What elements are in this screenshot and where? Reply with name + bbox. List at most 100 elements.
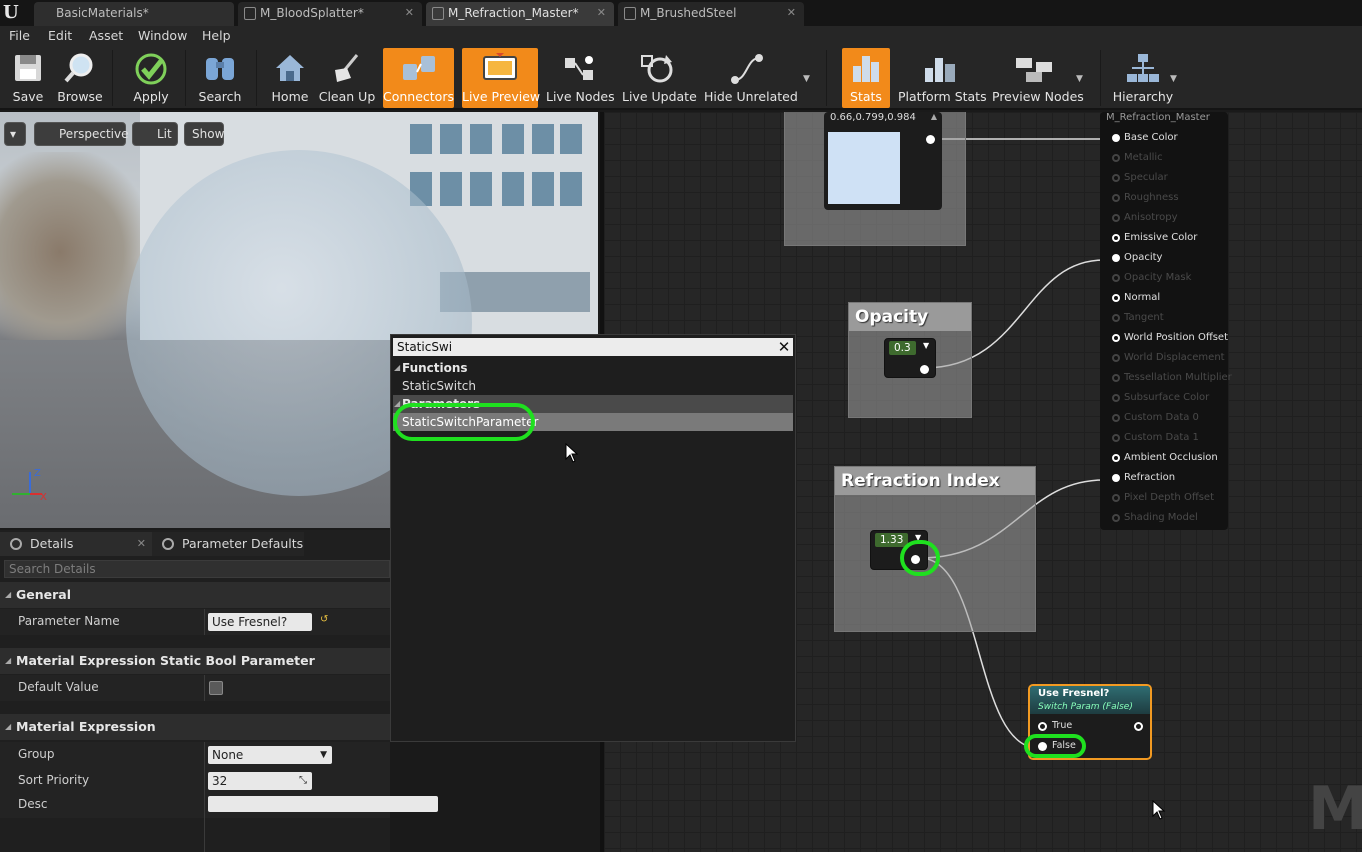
live-nodes-icon (565, 56, 593, 80)
category-static-bool-parameter[interactable]: ◢ Material Expression Static Bool Parame… (0, 648, 390, 674)
preview-nodes-icon (1016, 58, 1052, 82)
result-pin[interactable]: Opacity Mask (1112, 272, 1191, 283)
context-search-input[interactable]: StaticSwi (393, 338, 793, 356)
result-pin[interactable]: Tessellation Multiplier (1112, 372, 1232, 383)
menu-asset[interactable]: Asset (89, 28, 123, 43)
close-icon[interactable]: ✕ (405, 2, 414, 24)
result-pin[interactable]: Normal (1112, 292, 1160, 303)
tab-refraction-master[interactable]: M_Refraction_Master* ✕ (426, 2, 614, 26)
connectors-button[interactable]: Connectors (383, 48, 454, 108)
tab-details[interactable]: Details ✕ (0, 532, 154, 556)
result-pin[interactable]: Custom Data 0 (1112, 412, 1199, 423)
save-button[interactable]: Save (2, 48, 54, 108)
switch-node-header: Use Fresnel? Switch Param (False) (1030, 686, 1150, 714)
material-result-node[interactable]: M_Refraction_Master Base Color Metallic Sp… (1100, 112, 1232, 530)
unreal-logo-icon[interactable]: U (3, 2, 25, 24)
hierarchy-button[interactable]: Hierarchy (1112, 48, 1174, 108)
category-functions[interactable]: ◢ Functions (393, 359, 793, 377)
lit-button[interactable]: Lit (132, 122, 178, 146)
tab-brushed-steel[interactable]: M_BrushedSteel ✕ (618, 2, 804, 26)
collapse-triangle-icon[interactable]: ▼ (923, 341, 929, 350)
default-value-checkbox[interactable] (209, 681, 223, 695)
result-pin-label: Metallic (1124, 152, 1163, 163)
connectors-icon (402, 56, 435, 80)
result-pin[interactable]: Custom Data 1 (1112, 432, 1199, 443)
output-pin[interactable] (920, 365, 929, 374)
result-pin[interactable]: Specular (1112, 172, 1168, 183)
group-dropdown[interactable]: None ▼ (208, 746, 332, 764)
color-constant-node[interactable]: 0.66,0.799,0.984 ▲ (824, 112, 942, 210)
tab-blood-splatter[interactable]: M_BloodSplatter* ✕ (238, 2, 422, 26)
live-nodes-button[interactable]: Live Nodes (546, 48, 615, 108)
category-general[interactable]: ◢ General (0, 582, 390, 608)
result-pin-label: Specular (1124, 172, 1168, 183)
pin-circle-icon (1112, 194, 1120, 202)
close-icon[interactable]: ✕ (787, 2, 796, 24)
desc-field[interactable] (208, 796, 438, 812)
result-pin[interactable]: Pixel Depth Offset (1112, 492, 1214, 503)
toolbar-overflow-chevron-icon[interactable]: ▼ (803, 74, 810, 84)
category-material-expression[interactable]: ◢ Material Expression (0, 714, 390, 740)
result-pin[interactable]: Base Color (1112, 132, 1178, 143)
close-icon[interactable]: ✕ (775, 338, 793, 356)
output-pin[interactable] (1134, 722, 1143, 731)
refresh-icon (641, 55, 673, 83)
result-pin[interactable]: World Position Offset (1112, 332, 1228, 343)
search-button[interactable]: Search (194, 48, 246, 108)
property-default-value: Default Value (0, 675, 390, 701)
stats-button[interactable]: Stats (842, 48, 890, 108)
collapse-triangle-icon[interactable]: ▲ (931, 112, 937, 121)
document-tab-bar: U BasicMaterials* M_BloodSplatter* ✕ M_R… (0, 0, 1362, 26)
close-icon[interactable]: ✕ (597, 2, 606, 24)
result-pin[interactable]: Ambient Occlusion (1112, 452, 1218, 463)
sort-priority-field[interactable]: 32 ⤡ (208, 772, 312, 790)
menu-window[interactable]: Window (138, 28, 187, 43)
hide-unrelated-button[interactable]: Hide Unrelated (704, 48, 798, 108)
highlight-false-pin (1024, 734, 1086, 758)
show-button[interactable]: Show (184, 122, 224, 146)
result-pin-label: Opacity (1124, 252, 1163, 263)
hierarchy-icon (1127, 54, 1159, 82)
opacity-constant-node[interactable]: 0.3 ▼ (884, 338, 936, 378)
preview-nodes-chevron-icon[interactable]: ▼ (1076, 74, 1083, 84)
result-pin[interactable]: Shading Model (1112, 512, 1198, 523)
monitor-icon (483, 53, 517, 80)
divider (204, 768, 205, 794)
live-preview-button[interactable]: Live Preview (462, 48, 540, 108)
collapse-triangle-icon: ◢ (5, 590, 12, 599)
apply-button[interactable]: Apply (126, 48, 176, 108)
result-pin[interactable]: Opacity (1112, 252, 1162, 263)
viewport-options-chevron-icon[interactable]: ▾ (4, 122, 26, 146)
platform-stats-button[interactable]: Platform Stats (898, 48, 987, 108)
live-update-button[interactable]: Live Update (622, 48, 697, 108)
result-pin[interactable]: Anisotropy (1112, 212, 1177, 223)
result-pin[interactable]: Metallic (1112, 152, 1163, 163)
output-pin[interactable] (926, 135, 935, 144)
parameter-name-field[interactable]: Use Fresnel? (208, 613, 312, 631)
tab-basic-materials[interactable]: BasicMaterials* (34, 2, 234, 26)
browse-button[interactable]: Browse (56, 48, 104, 108)
result-pin[interactable]: World Displacement (1112, 352, 1225, 363)
result-pin[interactable]: Subsurface Color (1112, 392, 1209, 403)
search-details-input[interactable]: Search Details (4, 560, 390, 578)
menu-edit[interactable]: Edit (48, 28, 72, 43)
result-pin[interactable]: Refraction (1112, 472, 1175, 483)
menu-file[interactable]: File (9, 28, 30, 43)
hierarchy-chevron-icon[interactable]: ▼ (1170, 74, 1177, 84)
clean-up-button[interactable]: Clean Up (318, 48, 376, 108)
home-button[interactable]: Home (266, 48, 314, 108)
menu-help[interactable]: Help (202, 28, 231, 43)
result-pin[interactable]: Tangent (1112, 312, 1164, 323)
pin-circle-icon (1112, 274, 1120, 282)
result-pin[interactable]: Roughness (1112, 192, 1179, 203)
reset-arrow-icon[interactable]: ↺ (320, 614, 328, 625)
true-input-pin[interactable] (1038, 722, 1047, 731)
preview-nodes-button[interactable]: Preview Nodes (992, 48, 1084, 108)
result-pin[interactable]: Emissive Color (1112, 232, 1197, 243)
toolbar: Save Browse Apply Search Home Clean Up C… (0, 46, 1362, 110)
pin-circle-icon (1112, 254, 1120, 262)
tab-parameter-defaults[interactable]: Parameter Defaults (152, 532, 304, 556)
perspective-button[interactable]: Perspective (34, 122, 129, 146)
menu-item-static-switch[interactable]: StaticSwitch (393, 377, 793, 395)
close-icon[interactable]: ✕ (137, 532, 146, 556)
